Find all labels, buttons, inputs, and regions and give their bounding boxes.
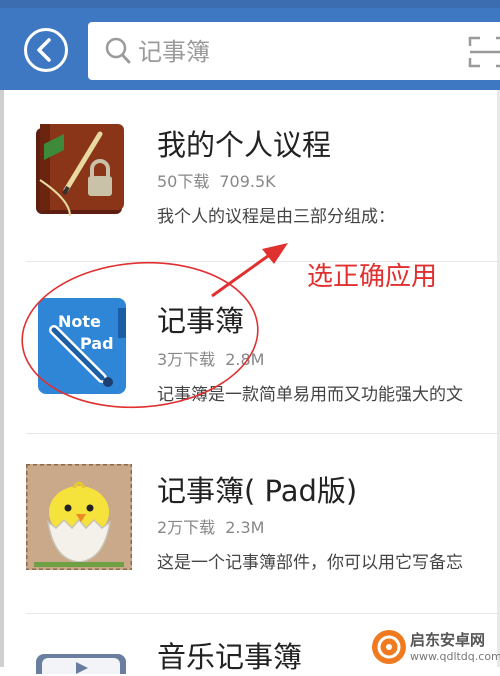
highlight-circle — [21, 261, 259, 409]
annotation-overlay — [21, 243, 288, 409]
watermark-url: www.qdltdq.com — [410, 650, 500, 663]
watermark-logo-icon — [372, 630, 406, 664]
watermark: 启东安卓网 www.qdltdq.com — [372, 628, 500, 667]
arrow-head-icon — [262, 243, 288, 264]
annotation-label: 选正确应用 — [307, 262, 438, 292]
watermark-name: 启东安卓网 — [410, 631, 486, 649]
annotation-arrow — [211, 254, 269, 298]
